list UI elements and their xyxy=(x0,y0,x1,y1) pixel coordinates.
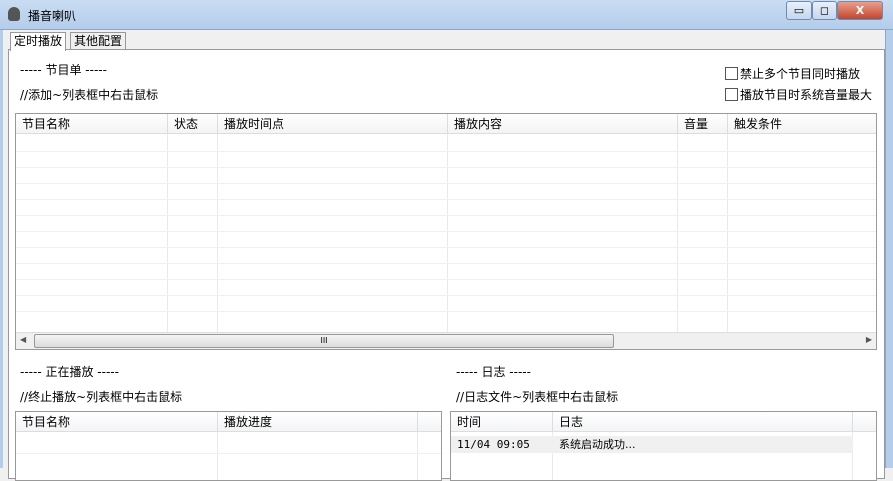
close-button[interactable]: X xyxy=(837,1,883,20)
program-heading: ----- 节目单 ----- xyxy=(20,63,107,77)
scroll-right-icon[interactable]: ▶ xyxy=(866,335,872,344)
row-line xyxy=(16,151,876,152)
window-title: 播音喇叭 xyxy=(28,9,77,23)
col-filler xyxy=(418,412,441,431)
program-list-header: 节目名称 状态 播放时间点 播放内容 音量 触发条件 xyxy=(16,114,876,134)
disable-concurrent-checkbox[interactable]: 禁止多个节目同时播放 xyxy=(725,65,860,82)
row-line xyxy=(16,167,876,168)
title-bar: 播音喇叭 ▭ ◻ X xyxy=(0,0,893,30)
log-time: 11/04 09:05 xyxy=(457,438,530,451)
col-volume[interactable]: 音量 xyxy=(678,114,728,133)
row-line xyxy=(16,279,876,280)
horizontal-scrollbar[interactable]: ◀ III ▶ xyxy=(16,332,876,349)
checkbox-box[interactable] xyxy=(725,88,738,101)
program-hint: //添加~列表框中右击鼠标 xyxy=(20,88,159,102)
row-line xyxy=(16,453,441,454)
col-progress[interactable]: 播放进度 xyxy=(218,412,418,431)
maximize-button[interactable]: ◻ xyxy=(812,1,837,20)
tab-other-config[interactable]: 其他配置 xyxy=(70,32,127,50)
log-hint: //日志文件~列表框中右击鼠标 xyxy=(456,390,619,404)
log-row[interactable]: 11/04 09:05 系统启动成功... xyxy=(451,436,853,453)
window-frame-right xyxy=(885,30,893,468)
scroll-thumb[interactable]: III xyxy=(34,334,614,348)
col-program-name[interactable]: 节目名称 xyxy=(16,412,218,431)
log-heading: ----- 日志 ----- xyxy=(456,365,531,379)
row-line xyxy=(16,247,876,248)
col-program-name[interactable]: 节目名称 xyxy=(16,114,168,133)
minimize-button[interactable]: ▭ xyxy=(786,1,812,20)
col-filler xyxy=(853,412,876,431)
row-line xyxy=(16,215,876,216)
col-time[interactable]: 时间 xyxy=(451,412,553,431)
row-line xyxy=(16,231,876,232)
playing-hint: //终止播放~列表框中右击鼠标 xyxy=(20,390,183,404)
row-line xyxy=(16,263,876,264)
playing-list-header: 节目名称 播放进度 xyxy=(16,412,441,432)
log-message: 系统启动成功... xyxy=(559,438,636,451)
speaker-app-icon xyxy=(8,7,20,21)
row-line xyxy=(16,183,876,184)
log-list-header: 时间 日志 xyxy=(451,412,876,432)
checkbox-box[interactable] xyxy=(725,67,738,80)
window-frame-left xyxy=(0,30,3,468)
playing-list[interactable]: 节目名称 播放进度 xyxy=(15,411,442,481)
row-line xyxy=(16,199,876,200)
max-volume-checkbox[interactable]: 播放节目时系统音量最大 xyxy=(725,86,872,103)
log-list[interactable]: 时间 日志 11/04 09:05 系统启动成功... xyxy=(450,411,877,481)
row-line xyxy=(16,311,876,312)
col-status[interactable]: 状态 xyxy=(168,114,218,133)
program-list[interactable]: 节目名称 状态 播放时间点 播放内容 音量 触发条件 ◀ III ▶ xyxy=(15,113,877,350)
col-log[interactable]: 日志 xyxy=(553,412,853,431)
checkbox-label: 禁止多个节目同时播放 xyxy=(740,67,861,81)
checkbox-label: 播放节目时系统音量最大 xyxy=(740,88,873,102)
grid-line xyxy=(16,432,218,480)
row-line xyxy=(16,295,876,296)
col-content[interactable]: 播放内容 xyxy=(448,114,678,133)
tab-scheduled-play[interactable]: 定时播放 xyxy=(10,32,67,51)
scroll-left-icon[interactable]: ◀ xyxy=(20,335,26,344)
col-trigger[interactable]: 触发条件 xyxy=(728,114,876,133)
playing-heading: ----- 正在播放 ----- xyxy=(20,365,119,379)
grid-line xyxy=(218,432,418,480)
col-play-time[interactable]: 播放时间点 xyxy=(218,114,448,133)
